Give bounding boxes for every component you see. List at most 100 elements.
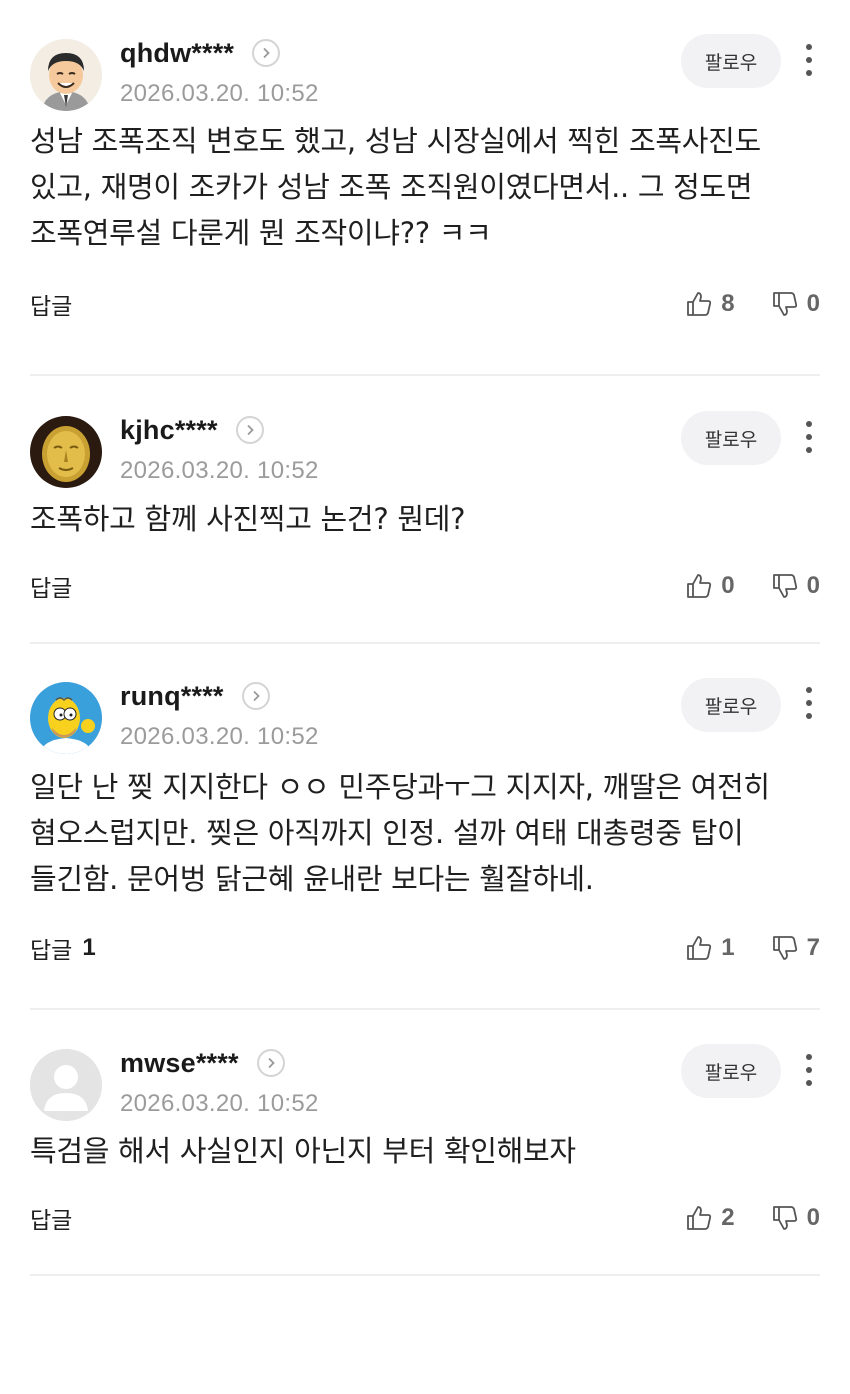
reply-label: 답글 [30, 576, 73, 602]
thumbs-up-icon [687, 292, 712, 316]
dislike-button[interactable]: 0 [771, 1204, 820, 1232]
comment-timestamp: 2026.03.20. 10:52 [120, 457, 319, 484]
thumbs-down-icon [772, 292, 797, 316]
golden-mask-avatar-icon [30, 416, 102, 488]
vote-group: 0 0 [649, 556, 820, 616]
username-row: runq**** [120, 679, 270, 713]
more-dot-icon [806, 434, 812, 440]
profile-arrow-button[interactable] [252, 39, 281, 67]
profile-arrow-button[interactable] [235, 416, 264, 444]
comment-text: 조폭하고 함께 사진찍고 논건? 뭔데? [30, 502, 466, 536]
vote-group: 1 7 [649, 918, 820, 978]
more-options-button[interactable] [798, 417, 820, 457]
profile-arrow-button[interactable] [256, 1049, 285, 1077]
user-avatar[interactable] [30, 416, 102, 488]
comment-header: mwse**** 2026.03.20. 10:52 팔로우 [0, 1010, 850, 1126]
reply-button[interactable]: 답글 1 [30, 931, 96, 965]
follow-button[interactable]: 팔로우 [681, 411, 781, 465]
username[interactable]: kjhc**** [120, 415, 218, 446]
dislike-button[interactable]: 7 [771, 934, 820, 962]
more-dot-icon [806, 70, 812, 76]
more-options-button[interactable] [798, 40, 820, 80]
reply-label: 답글 [30, 938, 73, 964]
thumbs-up-icon [687, 574, 712, 598]
chevron-right-icon [268, 1057, 275, 1069]
comment-timestamp: 2026.03.20. 10:52 [120, 1090, 319, 1117]
chevron-right-icon [247, 424, 254, 436]
more-options-button[interactable] [798, 1050, 820, 1090]
reply-label: 답글 [30, 294, 73, 320]
cartoon-man-avatar-icon [30, 39, 102, 111]
username[interactable]: mwse**** [120, 1048, 239, 1079]
vote-group: 8 0 [649, 274, 820, 334]
comment-timestamp: 2026.03.20. 10:52 [120, 80, 319, 107]
reply-button[interactable]: 답글 [30, 569, 82, 603]
comment-text: 특검을 해서 사실인지 아닌지 부터 확인해보자 [30, 1134, 576, 1168]
reply-label: 답글 [30, 1208, 73, 1234]
user-avatar[interactable] [30, 39, 102, 111]
thumbs-down-icon [772, 1206, 797, 1230]
thumbs-up-icon [687, 936, 712, 960]
username[interactable]: runq**** [120, 681, 224, 712]
user-avatar[interactable] [30, 1049, 102, 1121]
like-count: 8 [721, 290, 735, 317]
like-count: 0 [721, 572, 735, 599]
comment-text: 일단 난 찢 지지한다 ㅇㅇ 민주당과ㅜ그 지지자, 깨딸은 여전히 혐오스럽지… [30, 770, 770, 896]
comment-footer: 답글 0 0 [30, 556, 820, 616]
dislike-button[interactable]: 0 [771, 290, 820, 318]
user-avatar[interactable] [30, 682, 102, 754]
chevron-right-icon [263, 47, 270, 59]
more-dot-icon [806, 44, 812, 50]
dislike-count: 7 [806, 934, 820, 961]
chevron-right-icon [252, 690, 260, 702]
more-dot-icon [806, 700, 812, 706]
more-dot-icon [806, 687, 812, 693]
comment-item: kjhc**** 2026.03.20. 10:52 팔로우 조폭하고 함께 사… [0, 376, 850, 644]
more-dot-icon [806, 447, 812, 453]
thumbs-up-icon [687, 1206, 712, 1230]
dislike-button[interactable]: 0 [771, 572, 820, 600]
like-button[interactable]: 8 [685, 290, 735, 318]
dislike-count: 0 [806, 290, 820, 317]
more-dot-icon [806, 1067, 812, 1073]
like-button[interactable]: 2 [685, 1204, 735, 1232]
comment-content: 특검을 해서 사실인지 아닌지 부터 확인해보자 답글 2 0 [0, 1128, 850, 1248]
comment-content: 조폭하고 함께 사진찍고 논건? 뭔데? 답글 0 0 [0, 496, 850, 616]
follow-button[interactable]: 팔로우 [681, 678, 781, 732]
username-row: qhdw**** [120, 36, 281, 70]
username[interactable]: qhdw**** [120, 38, 234, 69]
vote-group: 2 0 [649, 1188, 820, 1248]
comment-divider [30, 1274, 820, 1276]
like-count: 2 [721, 1204, 735, 1231]
reply-button[interactable]: 답글 [30, 287, 82, 321]
comment-item: runq**** 2026.03.20. 10:52 팔로우 일단 난 찢 지지… [0, 644, 850, 1010]
more-dot-icon [806, 57, 812, 63]
reply-button[interactable]: 답글 [30, 1201, 82, 1235]
comment-footer: 답글 8 0 [30, 274, 820, 334]
comment-header: runq**** 2026.03.20. 10:52 팔로우 [0, 644, 850, 760]
comment-timestamp: 2026.03.20. 10:52 [120, 723, 319, 750]
profile-arrow-button[interactable] [241, 682, 270, 710]
comment-content: 일단 난 찢 지지한다 ㅇㅇ 민주당과ㅜ그 지지자, 깨딸은 여전히 혐오스럽지… [0, 764, 850, 978]
more-dot-icon [806, 713, 812, 719]
thumbs-down-icon [772, 936, 797, 960]
comment-item: qhdw**** 2026.03.20. 10:52 팔로우 성남 조폭조직 변… [0, 0, 850, 376]
comment-footer: 답글 2 0 [30, 1188, 820, 1248]
reply-count: 1 [82, 934, 96, 961]
comment-footer: 답글 1 1 7 [30, 918, 820, 978]
follow-button[interactable]: 팔로우 [681, 1044, 781, 1098]
username-row: mwse**** [120, 1046, 285, 1080]
username-row: kjhc**** [120, 413, 264, 447]
dislike-count: 0 [806, 1204, 820, 1231]
like-button[interactable]: 1 [685, 934, 735, 962]
like-button[interactable]: 0 [685, 572, 735, 600]
comment-text: 성남 조폭조직 변호도 했고, 성남 시장실에서 찍힌 조폭사진도 있고, 재명… [30, 124, 761, 250]
comment-header: qhdw**** 2026.03.20. 10:52 팔로우 [0, 0, 850, 118]
more-options-button[interactable] [798, 683, 820, 723]
follow-button[interactable]: 팔로우 [681, 34, 781, 88]
comment-content: 성남 조폭조직 변호도 했고, 성남 시장실에서 찍힌 조폭사진도 있고, 재명… [0, 118, 850, 334]
more-dot-icon [806, 1054, 812, 1060]
homer-simpson-avatar-icon [30, 682, 102, 754]
default-user-avatar-icon [30, 1049, 102, 1121]
more-dot-icon [806, 421, 812, 427]
